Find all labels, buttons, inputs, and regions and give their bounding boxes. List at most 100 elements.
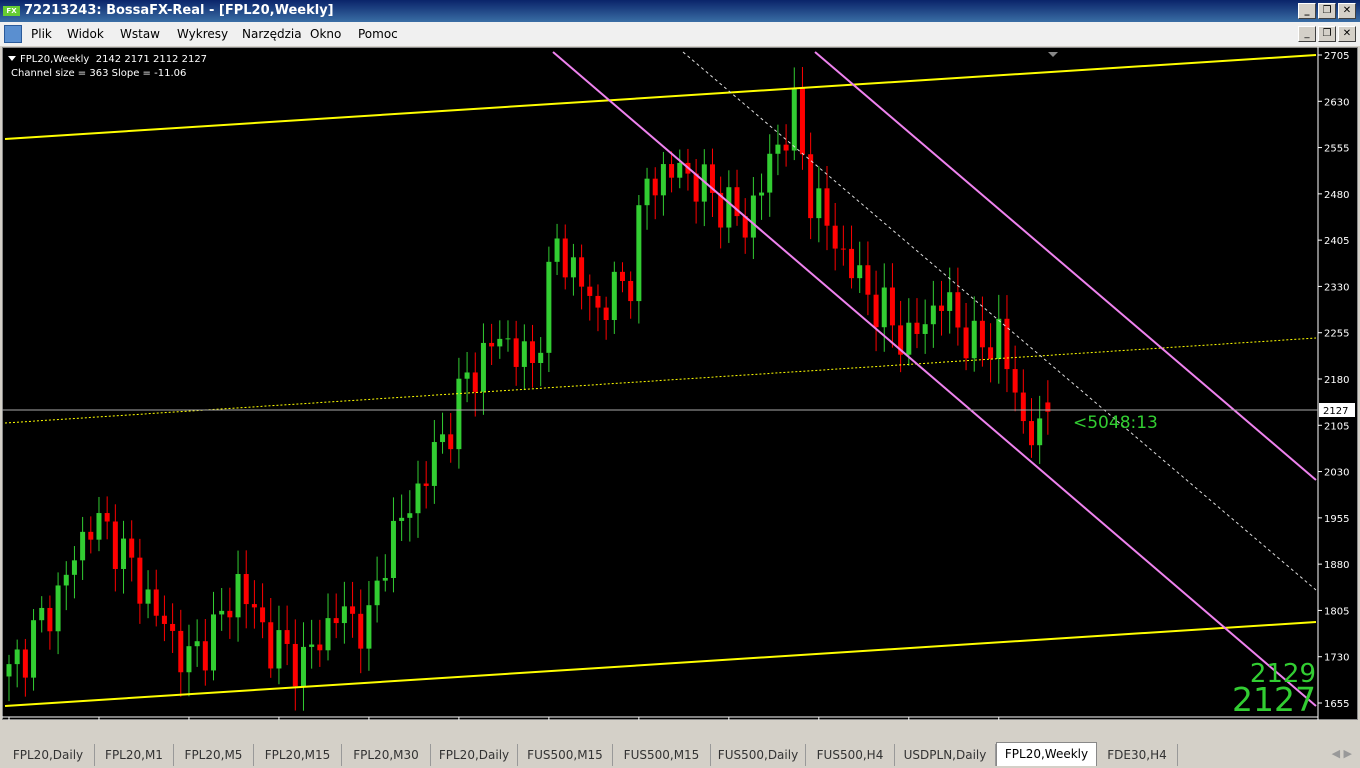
title-bar: FX 72213243: BossaFX-Real - [FPL20,Weekl… bbox=[0, 0, 1360, 22]
price-tick-label: 1655 bbox=[1324, 699, 1349, 710]
candle-body bbox=[268, 622, 274, 669]
chart-tab[interactable]: FPL20,M1 bbox=[95, 744, 174, 766]
candle-body bbox=[521, 341, 527, 367]
candle-body bbox=[47, 607, 53, 632]
candle-body bbox=[873, 294, 879, 328]
candle-body bbox=[260, 607, 266, 623]
candle-body bbox=[579, 257, 585, 287]
candle-body bbox=[996, 318, 1002, 360]
candle-body bbox=[660, 164, 666, 196]
candle-body bbox=[849, 248, 855, 279]
price-tick-label: 1805 bbox=[1324, 606, 1349, 617]
menu-wstaw[interactable]: Wstaw bbox=[120, 22, 160, 46]
child-minimize-button[interactable]: _ bbox=[1298, 26, 1316, 42]
candle-body bbox=[693, 173, 699, 202]
candle-body bbox=[726, 187, 732, 228]
candle-body bbox=[1004, 318, 1010, 370]
candle-body bbox=[570, 257, 576, 278]
price-tick-label: 1730 bbox=[1324, 653, 1349, 664]
candle-body bbox=[783, 144, 789, 151]
candle-body bbox=[644, 178, 650, 206]
candle-body bbox=[857, 265, 863, 279]
chart-tab[interactable]: FPL20,M15 bbox=[254, 744, 342, 766]
regression-lower-line bbox=[552, 51, 1317, 707]
candle-body bbox=[276, 630, 282, 669]
candle-body bbox=[988, 347, 994, 360]
price-tick-label: 2180 bbox=[1324, 375, 1349, 386]
price-tick-label: 2480 bbox=[1324, 190, 1349, 201]
chart-tab[interactable]: FDE30,H4 bbox=[1097, 744, 1178, 766]
candle-body bbox=[922, 324, 928, 334]
chart-tab[interactable]: FUS500,H4 bbox=[806, 744, 895, 766]
candle-body bbox=[415, 483, 421, 514]
chart-shift-marker-icon[interactable] bbox=[1048, 52, 1058, 57]
candle-body bbox=[80, 531, 86, 561]
candle-body bbox=[530, 341, 536, 364]
candle-body bbox=[96, 513, 102, 540]
candle-body bbox=[669, 164, 675, 178]
price-tick-label: 2255 bbox=[1324, 329, 1349, 340]
chart-tab[interactable]: FUS500,Daily bbox=[711, 744, 806, 766]
collapse-triangle-icon[interactable] bbox=[8, 56, 16, 61]
candle-body bbox=[652, 178, 658, 196]
chart-tab[interactable]: FPL20,Weekly bbox=[996, 742, 1097, 766]
candle-body bbox=[317, 644, 323, 651]
candle-body bbox=[448, 434, 454, 450]
child-close-button[interactable]: ✕ bbox=[1338, 26, 1356, 42]
chart-window-icon[interactable] bbox=[4, 25, 22, 43]
candle-body bbox=[300, 646, 306, 687]
candle-body bbox=[423, 483, 429, 486]
chart-tab[interactable]: FPL20,M5 bbox=[174, 744, 254, 766]
restore-button[interactable]: ❐ bbox=[1318, 3, 1336, 19]
candle-body bbox=[889, 287, 895, 326]
candle-body bbox=[153, 589, 159, 616]
candle-body bbox=[55, 585, 61, 632]
channel-info: Channel size = 363 Slope = -11.06 bbox=[11, 68, 186, 79]
minimize-button[interactable]: _ bbox=[1298, 3, 1316, 19]
candle-body bbox=[88, 531, 94, 540]
candle-body bbox=[881, 287, 887, 328]
candle-body bbox=[211, 614, 216, 671]
menu-plik[interactable]: Plik bbox=[31, 22, 52, 46]
candle-body bbox=[971, 320, 977, 359]
menu-wykresy[interactable]: Wykresy bbox=[177, 22, 228, 46]
current-price-label: 2127 bbox=[1323, 406, 1348, 417]
menu-pomoc[interactable]: Pomoc bbox=[358, 22, 398, 46]
tab-scroll-arrows-icon[interactable]: ◀ ▶ bbox=[1332, 747, 1352, 760]
candle-body bbox=[382, 577, 388, 581]
candle-body bbox=[603, 307, 609, 321]
candle-body bbox=[292, 643, 298, 687]
price-tick-label: 2030 bbox=[1324, 468, 1349, 479]
menu-okno[interactable]: Okno bbox=[310, 22, 341, 46]
close-button[interactable]: ✕ bbox=[1338, 3, 1356, 19]
candle-body bbox=[1012, 369, 1018, 393]
chart-tab[interactable]: USDPLN,Daily bbox=[895, 744, 996, 766]
candle-body bbox=[562, 238, 568, 278]
candle-body bbox=[235, 574, 241, 618]
candle-body bbox=[587, 286, 593, 296]
candle-body bbox=[243, 574, 249, 605]
price-chart[interactable]: 2705 2630 2555 2480 2405 2330 2255 2180 2105 2030… bbox=[2, 47, 1358, 720]
candle-body bbox=[620, 271, 625, 282]
menu-narzedzia[interactable]: Narzędzia bbox=[242, 22, 302, 46]
chart-tab[interactable]: FUS500,M15 bbox=[518, 744, 613, 766]
chart-tab[interactable]: FPL20,Daily bbox=[2, 744, 95, 766]
chart-tab[interactable]: FPL20,M30 bbox=[342, 744, 431, 766]
chart-tab[interactable]: FUS500,M15 bbox=[613, 744, 711, 766]
candle-body bbox=[63, 574, 69, 586]
candle-body bbox=[137, 557, 143, 604]
candle-body bbox=[930, 305, 936, 325]
candle-body bbox=[14, 649, 20, 665]
chart-tab[interactable]: FPL20,Daily bbox=[431, 744, 518, 766]
candle-body bbox=[505, 338, 511, 340]
candle-body bbox=[325, 618, 331, 651]
candle-body bbox=[440, 434, 446, 443]
candle-body bbox=[194, 641, 200, 647]
candle-body bbox=[129, 538, 135, 558]
candle-body bbox=[333, 618, 339, 624]
menu-widok[interactable]: Widok bbox=[67, 22, 104, 46]
candle-body bbox=[1029, 421, 1034, 446]
candle-body bbox=[546, 261, 552, 353]
child-restore-button[interactable]: ❐ bbox=[1318, 26, 1336, 42]
chart-header: FPL20,Weekly 2142 2171 2112 2127 bbox=[20, 54, 207, 65]
